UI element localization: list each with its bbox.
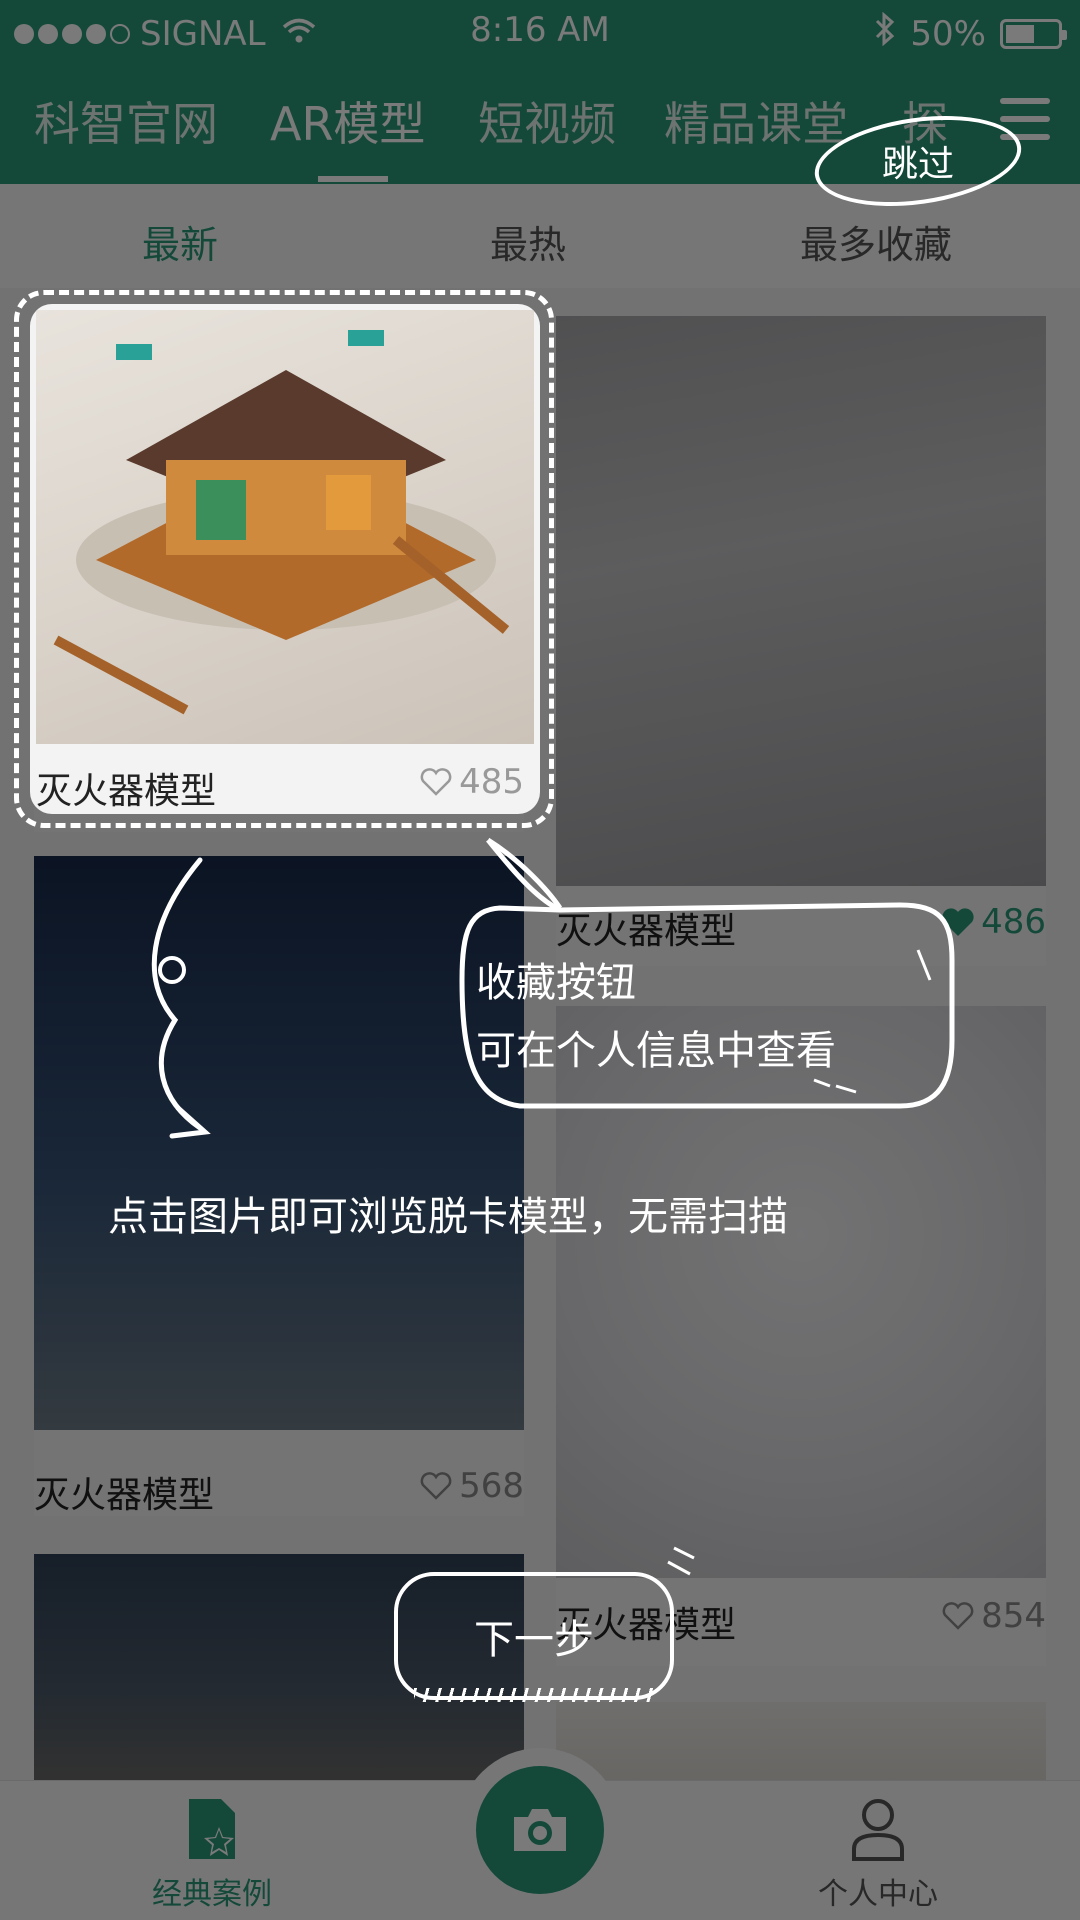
model-title: 灭火器模型 (556, 911, 737, 952)
sort-tab-hottest[interactable]: 最热 (490, 214, 566, 269)
sort-tab-newest[interactable]: 最新 (142, 214, 218, 269)
heart-icon (420, 1472, 452, 1500)
model-thumbnail[interactable] (556, 316, 1046, 886)
model-thumbnail[interactable] (556, 1702, 1046, 1780)
model-card[interactable]: 灭火器模型 486 (556, 316, 1046, 966)
camera-icon (514, 1809, 566, 1851)
like-count: 854 (981, 1596, 1046, 1636)
active-tab-indicator (318, 176, 388, 182)
tab-short-video[interactable]: 短视频 (478, 88, 616, 154)
bluetooth-icon (874, 11, 896, 55)
person-icon (852, 1799, 904, 1861)
model-thumbnail[interactable] (556, 1006, 1046, 1578)
next-label: 下一步 (474, 1617, 594, 1663)
status-bar: SIGNAL 8:16 AM 50% (0, 0, 1080, 62)
camera-button[interactable] (476, 1766, 604, 1894)
battery-percent: 50% (910, 13, 986, 54)
highlight-frame (14, 290, 554, 828)
heart-icon (942, 1602, 974, 1630)
next-step-button[interactable]: 下一步 (394, 1572, 674, 1700)
tab-classic-cases[interactable]: 经典案例 (92, 1781, 332, 1920)
model-title: 灭火器模型 (34, 1475, 215, 1516)
sort-tab-most-favorited[interactable]: 最多收藏 (800, 214, 952, 269)
model-thumbnail[interactable] (34, 856, 524, 1430)
heart-icon (942, 908, 974, 936)
tab-ar-model[interactable]: AR模型 (270, 88, 425, 154)
tab-personal-center[interactable]: 个人中心 (758, 1781, 998, 1920)
browse-tip: 点击图片即可浏览脱卡模型，无需扫描 (108, 1194, 788, 1240)
like-count: 486 (981, 902, 1046, 942)
model-card[interactable] (556, 1702, 1046, 1780)
skip-label: 跳过 (881, 144, 955, 186)
favorite-tip-line2: 可在个人信息中查看 (476, 1028, 836, 1074)
next-button-hatch (414, 1688, 654, 1702)
favorite-button[interactable]: 486 (941, 902, 1046, 942)
tab-premium-class[interactable]: 精品课堂 (664, 88, 848, 154)
model-card[interactable]: 灭火器模型 854 (556, 1006, 1046, 1666)
favorite-tip-line1: 收藏按钮 (476, 960, 636, 1006)
tab-label: 经典案例 (152, 1877, 272, 1912)
favorite-button[interactable]: 568 (419, 1466, 524, 1506)
battery-icon (1000, 18, 1067, 49)
tab-kezhi-website[interactable]: 科智官网 (34, 88, 218, 154)
tab-label: 个人中心 (818, 1877, 938, 1912)
favorite-button[interactable]: 854 (941, 1596, 1046, 1636)
like-count: 568 (459, 1466, 524, 1506)
star-document-icon (189, 1799, 235, 1859)
